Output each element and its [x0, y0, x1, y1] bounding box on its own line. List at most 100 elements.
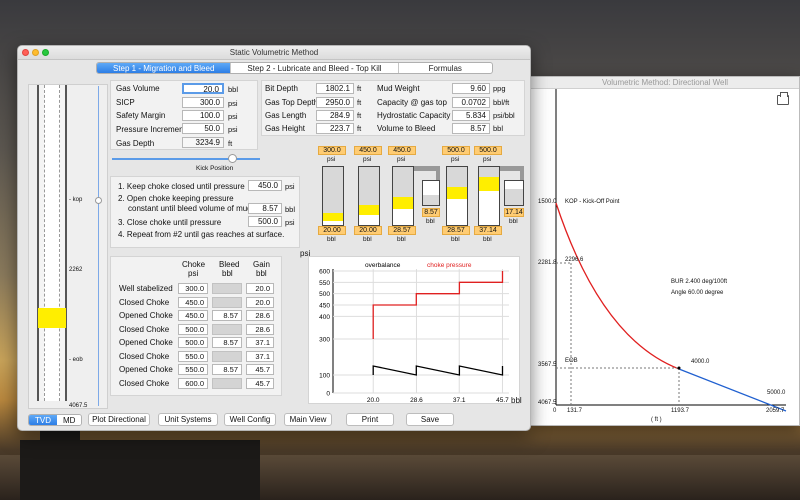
cell-choke: 550.0 — [178, 350, 208, 362]
row-label: Closed Choke — [119, 378, 170, 388]
dir-angle: Angle 60.00 degree — [671, 290, 724, 296]
cell-gain: 28.6 — [246, 310, 274, 321]
close-icon[interactable] — [22, 49, 29, 56]
bit-depth-value: 1802.1 — [316, 83, 354, 94]
gas-top-depth-value: 2950.0 — [316, 97, 354, 108]
depth-top-label: 2262 — [69, 267, 83, 273]
tank5-bleed-unit: bbl — [509, 218, 518, 225]
volume-to-bleed-label: Volume to Bleed — [377, 124, 436, 133]
row-label: Closed Choke — [119, 297, 170, 307]
cell-bleed — [212, 323, 242, 335]
chart-ytick-label: 550 — [319, 280, 330, 287]
capacity-gas-top-unit: bbl/ft — [493, 98, 510, 107]
dir-kop-label: KOP - Kick-Off Point — [565, 199, 620, 205]
tab-bar: Step 1 - Migration and Bleed Step 2 - Lu… — [96, 62, 493, 74]
step2-text-a: 2. Open choke keeping pressure — [118, 194, 234, 203]
tank1-bottom: 20.00 — [318, 226, 346, 235]
tvd-button[interactable]: TVD — [29, 415, 57, 425]
cell-gain: 20.0 — [246, 296, 274, 308]
kick-position-knob[interactable] — [228, 154, 237, 163]
gas-depth-label: Gas Depth — [116, 139, 155, 148]
row-label: Opened Choke — [119, 311, 173, 320]
hydrostatic-capacity-unit: psi/bbl — [493, 111, 515, 120]
md-button[interactable]: MD — [57, 415, 82, 425]
gas-volume-input[interactable]: 20.0 — [182, 83, 224, 94]
unit-systems-button[interactable]: Unit Systems — [158, 413, 218, 426]
save-button[interactable]: Save — [406, 413, 454, 426]
hydrostatic-capacity-label: Hydrostatic Capacity — [377, 111, 451, 120]
safety-margin-input[interactable]: 100.0 — [182, 110, 224, 121]
gas-volume-unit: bbl — [228, 85, 239, 94]
pressure-chart-svg: 600 550 500 450 400 300 100 0 20.0 28.6 37.1 45.7 ov… — [319, 262, 509, 404]
chart-ytick-label: 400 — [319, 314, 330, 321]
cell-choke: 500.0 — [178, 323, 208, 335]
sicp-input[interactable]: 300.0 — [182, 97, 224, 108]
gas-volume-label: Gas Volume — [116, 84, 160, 93]
gas-length-value: 284.9 — [316, 110, 354, 121]
tank5 — [478, 166, 500, 226]
well-slider-track[interactable] — [98, 86, 99, 406]
print-button[interactable]: Print — [346, 413, 394, 426]
tab-formulas[interactable]: Formulas — [399, 63, 492, 73]
cell-gain: 37.1 — [246, 337, 274, 348]
row-label: Opened Choke — [119, 338, 173, 347]
dir-eob: EOB — [565, 358, 578, 364]
tank2 — [358, 166, 380, 226]
chart-legend-choke-pressure: choke pressure — [427, 262, 472, 269]
zoom-icon[interactable] — [42, 49, 49, 56]
step3-text: 3. Close choke until pressure — [118, 218, 222, 227]
capacity-gas-top-label: Capacity @ gas top — [377, 98, 447, 107]
mud-weight-input[interactable]: 9.60 — [452, 83, 490, 94]
gas-length-label: Gas Length — [265, 111, 307, 120]
tank5-outflow-pipe — [520, 166, 524, 180]
chart-series-overbalance — [372, 365, 504, 376]
tank4-top-unit: psi — [451, 156, 460, 163]
step2-unit: bbl — [285, 205, 296, 214]
minimize-icon[interactable] — [32, 49, 39, 56]
tank3 — [392, 166, 414, 226]
cell-gain: 37.1 — [246, 350, 274, 362]
tab-step1[interactable]: Step 1 - Migration and Bleed — [97, 63, 232, 73]
gas-height-label: Gas Height — [265, 124, 306, 133]
tvd-md-toggle: TVD MD — [28, 414, 83, 426]
cell-bleed: 8.57 — [212, 310, 242, 321]
dir-units: ( ft ) — [651, 417, 662, 423]
main-view-button[interactable]: Main View — [284, 413, 332, 426]
cell-choke: 300.0 — [178, 283, 208, 294]
cell-choke: 450.0 — [178, 296, 208, 308]
chart-ytick-label: 300 — [319, 337, 330, 344]
tank4 — [446, 166, 468, 226]
dir-x0: 0 — [553, 408, 557, 414]
cell-bleed — [212, 296, 242, 308]
well-slider-knob[interactable] — [95, 197, 102, 204]
tank3-bottom: 28.57 — [388, 226, 416, 235]
plot-directional-button[interactable]: Plot Directional — [88, 413, 150, 426]
dir-x3: 2059.7 — [766, 408, 785, 414]
kick-position-label: Kick Position — [196, 165, 234, 172]
cell-gain: 45.7 — [246, 364, 274, 375]
kop-label: - kop — [69, 197, 83, 203]
well-config-button[interactable]: Well Config — [224, 413, 276, 426]
tab-step2[interactable]: Step 2 - Lubricate and Bleed - Top Kill — [231, 63, 399, 73]
directional-window: Volumetric Method: Directional Well 1500… — [530, 76, 800, 426]
pressure-increment-label: Pressure Increment — [116, 125, 186, 134]
dir-y-eob: 3567.5 — [538, 362, 557, 368]
chart-xtick-label: 37.1 — [453, 397, 466, 404]
chart-ytick-label: 600 — [319, 269, 330, 276]
kick-position-slider[interactable] — [112, 158, 260, 160]
pressure-increment-input[interactable]: 50.0 — [182, 123, 224, 134]
gas-top-depth-unit: ft — [357, 98, 362, 107]
cell-bleed — [212, 377, 242, 389]
row-label: Closed Choke — [119, 324, 170, 334]
row-label: Closed Choke — [119, 351, 170, 361]
step1-unit: psi — [285, 182, 295, 191]
chart-xtick-label: 45.7 — [496, 397, 509, 404]
cell-bleed — [212, 350, 242, 362]
dir-p4000: 4000.0 — [691, 359, 710, 365]
bit-depth-label: Bit Depth — [265, 84, 298, 93]
directional-window-title: Volumetric Method: Directional Well — [531, 77, 799, 89]
tank5-top: 500.0 — [474, 146, 502, 155]
gas-bubble — [38, 308, 66, 328]
window-title: Static Volumetric Method — [229, 48, 319, 57]
gas-height-unit: ft — [357, 124, 362, 133]
